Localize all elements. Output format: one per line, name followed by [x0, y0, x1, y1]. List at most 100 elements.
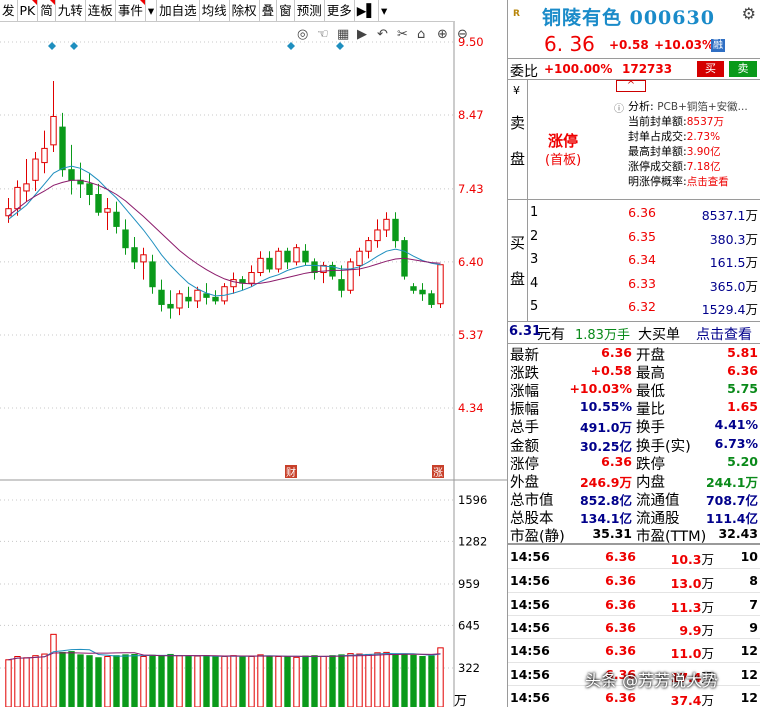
sell-side-char-2: 盘	[510, 150, 526, 168]
tick-time: 14:56	[510, 596, 550, 612]
limit-metric-value[interactable]: 点击查看	[687, 176, 729, 188]
volume-bar-up	[365, 653, 372, 707]
price-change: +0.58	[609, 38, 649, 52]
buy-level-price: 6.34	[628, 252, 656, 267]
toolbar-item-8[interactable]: 均线	[198, 0, 229, 22]
chart-tool-icon[interactable]: ⊖	[457, 27, 468, 42]
candle-up	[50, 115, 57, 146]
chart-tool-icon[interactable]: ☜	[317, 27, 329, 42]
toolbar-item-4[interactable]: 连板	[84, 0, 115, 22]
quote-value: 6.36	[601, 345, 632, 360]
quote-value: 10.55%	[579, 399, 632, 415]
candle-up	[383, 218, 390, 231]
candle-up	[32, 158, 39, 181]
limit-up-sub: (首板)	[545, 153, 582, 168]
chart-tool-icon[interactable]: ↶	[377, 27, 388, 42]
candle-down	[338, 279, 345, 291]
buy-level-qty-unit: 万	[745, 255, 758, 270]
volume-bar-up	[194, 655, 201, 707]
price-tick-label: 8.47	[458, 108, 484, 122]
gear-icon[interactable]: ⚙	[742, 4, 756, 23]
volume-tick-label: 322	[458, 661, 480, 675]
toolbar-item-14[interactable]: ▶▌	[353, 0, 378, 22]
buy-level-row[interactable]: 1 6.36 8537.1万	[528, 202, 760, 225]
collapse-caret-icon[interactable]: ^	[616, 80, 646, 92]
buy-level-row[interactable]: 2 6.35 380.3万	[528, 226, 760, 249]
toolbar-item-13[interactable]: 更多	[323, 0, 354, 22]
toolbar-item-6[interactable]: ▾	[144, 0, 156, 22]
tick-volume: 9.9万	[648, 620, 714, 639]
toolbar-item-3[interactable]: 九转	[54, 0, 85, 22]
tick-volume-unit: 万	[701, 552, 714, 567]
toolbar-item-7[interactable]: 加自选	[156, 0, 199, 22]
sell-side-label: ¥ 卖 盘	[508, 80, 528, 200]
tick-volume-value: 11.0	[670, 646, 702, 662]
toolbar-item-2[interactable]: 简	[37, 0, 55, 22]
quote-value: 35.31	[592, 526, 632, 541]
volume-bar-up	[176, 655, 183, 707]
chart-tool-icon[interactable]: ✂	[397, 27, 408, 42]
quote-value: 6.36	[727, 363, 758, 379]
tick-count: 10	[740, 549, 758, 564]
kline-chart-area[interactable]: 9.50 8.47 7.43 6.40 5.37 4.34 1596 1282 959 645 32…	[0, 0, 507, 707]
limit-metric-key: 最高封单额:	[628, 145, 687, 158]
buy-button[interactable]: 买	[697, 61, 724, 77]
buy-level-number: 4	[530, 275, 539, 291]
buy-level-qty-value: 1529.4	[701, 302, 746, 317]
buy-level-row[interactable]: 4 6.33 365.0万	[528, 273, 760, 296]
info-icon: ⓘ	[614, 104, 624, 115]
tick-volume-unit: 万	[701, 692, 714, 707]
tick-row: 14:56 6.36 10.3万 10	[508, 545, 760, 568]
candle-up	[14, 186, 21, 210]
toolbar-item-10[interactable]: 叠	[258, 0, 277, 22]
volume-bar-up	[374, 652, 381, 707]
tick-time: 14:56	[510, 666, 550, 682]
candle-down	[284, 250, 291, 263]
volume-tick-label: 645	[458, 618, 480, 632]
toolbar-item-15[interactable]: ▾	[377, 0, 389, 22]
chart-tool-icon[interactable]: ◎	[297, 27, 308, 42]
candle-down	[158, 289, 165, 305]
toolbar-item-9[interactable]: 除权	[228, 0, 259, 22]
analysis-line[interactable]: 分析: PCB+铜箔+安徽...	[628, 99, 748, 115]
sell-button[interactable]: 卖	[729, 61, 757, 77]
tick-time: 14:56	[510, 689, 550, 705]
toolbar-item-5[interactable]: 事件	[114, 0, 145, 22]
toolbar-item-12[interactable]: 预测	[293, 0, 324, 22]
toolbar-item-0[interactable]: 发	[0, 0, 17, 22]
stock-title[interactable]: 铜陵有色 000630	[542, 3, 715, 30]
volume-unit-label: 万	[454, 694, 467, 707]
quote-value: 5.20	[727, 453, 758, 469]
chart-tool-icon[interactable]: ▶	[357, 27, 367, 42]
volume-bar-down	[410, 654, 417, 707]
limit-metric-4[interactable]: 明涨停概率:点击查看	[628, 174, 729, 190]
volume-bar-down	[392, 653, 399, 707]
volume-bar-down	[401, 653, 408, 707]
tick-row: 14:56 6.36 11.3万 7	[508, 591, 760, 615]
chart-tool-icon[interactable]: ▦	[337, 27, 349, 42]
buy-level-row[interactable]: 3 6.34 161.5万	[528, 249, 760, 272]
buy-level-qty-value: 161.5	[709, 255, 746, 270]
toolbar-item-11[interactable]: 窗	[276, 0, 294, 22]
chart-tool-icon[interactable]: ⌂	[417, 27, 425, 42]
buy-level-row[interactable]: 5 6.32 1529.4万	[528, 296, 760, 319]
kline-chart[interactable]: 9.508.477.436.405.374.341596128295964532…	[0, 0, 507, 707]
deal-view-link[interactable]: 点击查看	[696, 324, 752, 344]
volume-bar-down	[185, 656, 192, 707]
limit-metric-key: 明涨停概率:	[628, 175, 687, 188]
buy-level-price: 6.35	[628, 228, 656, 244]
quote-panel: R 铜陵有色 000630 ⚙ 6. 36 +0.58 +10.03% 融 委比…	[507, 0, 760, 707]
chart-tool-icon[interactable]: ⊕	[437, 27, 448, 42]
volume-bar-up	[347, 653, 354, 707]
toolbar-item-1[interactable]: PK	[16, 0, 38, 22]
limit-metric-key: 封单占成交:	[628, 130, 687, 143]
buy-level-number: 3	[530, 252, 539, 267]
tick-price: 6.36	[605, 643, 636, 659]
event-diamond-icon	[48, 42, 56, 50]
price-change-pct: +10.03%	[654, 38, 715, 52]
buy-level-qty-unit: 万	[745, 278, 758, 294]
analysis-label: 分析:	[628, 100, 654, 113]
price-tick-label: 4.34	[458, 401, 484, 415]
margin-badge[interactable]: 融	[711, 39, 725, 52]
quote-label: 市盈(静)	[510, 529, 565, 545]
